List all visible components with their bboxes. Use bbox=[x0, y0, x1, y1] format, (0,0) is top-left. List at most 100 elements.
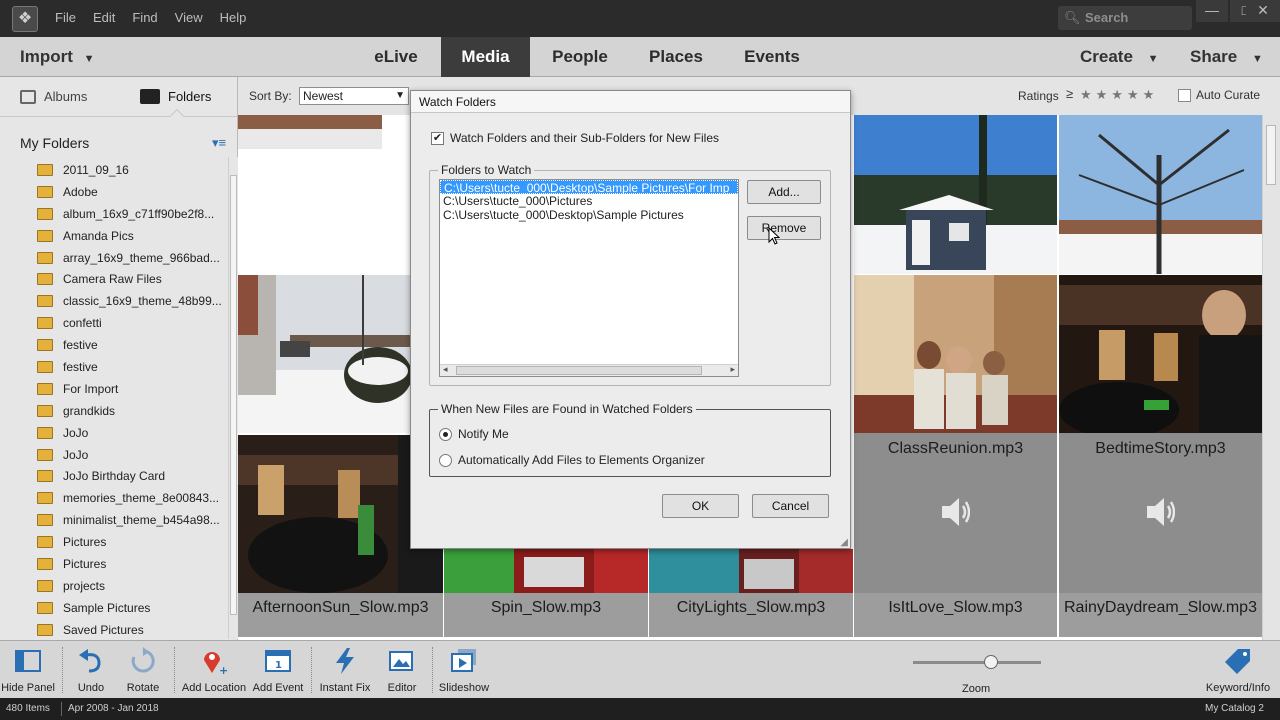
folder-item[interactable]: Camera Raw Files bbox=[37, 268, 227, 290]
folder-item[interactable]: Pictures bbox=[37, 531, 227, 553]
watch-subfolders-checkbox[interactable]: ✔ bbox=[431, 131, 444, 145]
tab-folders[interactable]: Folders bbox=[140, 89, 211, 104]
add-event-button[interactable]: 1 Add Event bbox=[250, 641, 306, 699]
minimize-button[interactable]: — bbox=[1196, 0, 1228, 22]
close-button[interactable]: ✕ bbox=[1246, 0, 1280, 22]
media-caption[interactable]: Spin_Slow.mp3 bbox=[444, 593, 648, 637]
folder-item[interactable]: Adobe bbox=[37, 181, 227, 203]
import-button[interactable]: Import ▼ bbox=[20, 47, 95, 67]
folder-item[interactable]: array_16x9_theme_966bad... bbox=[37, 247, 227, 269]
scrollbar-thumb[interactable] bbox=[1266, 125, 1276, 185]
instant-fix-button[interactable]: Instant Fix bbox=[316, 641, 374, 699]
folder-item[interactable]: Saved Pictures bbox=[37, 619, 227, 641]
folder-item[interactable]: projects bbox=[37, 575, 227, 597]
list-item[interactable]: C:\Users\tucte_000\Desktop\Sample Pictur… bbox=[440, 208, 738, 222]
photo-thumbnail[interactable] bbox=[444, 549, 648, 593]
sort-by-dropdown[interactable]: Newest ▼ bbox=[299, 87, 409, 105]
zoom-slider-handle[interactable] bbox=[984, 655, 998, 669]
editor-button[interactable]: Editor bbox=[376, 641, 428, 699]
media-caption[interactable]: IsItLove_Slow.mp3 bbox=[854, 593, 1057, 637]
scroll-left-icon[interactable]: ◂ bbox=[443, 364, 448, 375]
folder-item[interactable]: JoJo bbox=[37, 444, 227, 466]
folder-item[interactable]: album_16x9_c71ff90be2f8... bbox=[37, 203, 227, 225]
folder-item[interactable]: JoJo bbox=[37, 422, 227, 444]
photo-thumbnail[interactable] bbox=[1059, 275, 1262, 433]
menu-find[interactable]: Find bbox=[132, 10, 157, 25]
folder-item[interactable]: festive bbox=[37, 356, 227, 378]
folder-item[interactable]: Pictures bbox=[37, 553, 227, 575]
list-item[interactable]: C:\Users\tucte_000\Desktop\Sample Pictur… bbox=[440, 180, 738, 194]
add-location-button[interactable]: + Add Location bbox=[180, 641, 248, 699]
scroll-right-icon[interactable]: ▸ bbox=[730, 364, 735, 375]
folder-item[interactable]: 2011_09_16 bbox=[37, 159, 227, 181]
scrollbar-thumb[interactable] bbox=[230, 175, 237, 615]
notify-me-radio[interactable] bbox=[439, 427, 452, 441]
folder-label: classic_16x9_theme_48b99... bbox=[63, 294, 222, 309]
auto-add-radio[interactable] bbox=[439, 453, 452, 467]
tab-albums[interactable]: Albums bbox=[20, 89, 87, 104]
rating-stars[interactable]: ★★★★★ bbox=[1080, 87, 1158, 103]
tab-elive[interactable]: eLive bbox=[356, 37, 436, 77]
tab-events[interactable]: Events bbox=[732, 37, 812, 77]
folder-item[interactable]: For Import bbox=[37, 378, 227, 400]
search-input[interactable]: 🔍︎ Search bbox=[1058, 6, 1192, 30]
photo-thumbnail[interactable] bbox=[238, 115, 382, 149]
folder-item[interactable]: Amanda Pics bbox=[37, 225, 227, 247]
folder-item[interactable]: JoJo Birthday Card bbox=[37, 465, 227, 487]
photo-thumbnail[interactable] bbox=[854, 115, 1057, 274]
folder-item[interactable]: confetti bbox=[37, 312, 227, 334]
item-count: 480 Items bbox=[6, 703, 50, 714]
rotate-button[interactable]: Rotate bbox=[118, 641, 168, 699]
media-caption[interactable]: RainyDaydream_Slow.mp3 bbox=[1059, 593, 1262, 637]
audio-tile[interactable]: BedtimeStory.mp3 bbox=[1059, 433, 1262, 593]
media-grid-scrollbar[interactable] bbox=[1262, 115, 1280, 640]
auto-curate-toggle[interactable]: Auto Curate bbox=[1178, 88, 1260, 102]
list-item[interactable]: C:\Users\tucte_000\Pictures bbox=[440, 194, 738, 208]
menu-help[interactable]: Help bbox=[220, 10, 247, 25]
ok-button[interactable]: OK bbox=[662, 494, 739, 518]
resize-grip-icon[interactable]: ◢ bbox=[840, 537, 848, 548]
catalog-name[interactable]: My Catalog 2 bbox=[1205, 703, 1264, 714]
tab-places[interactable]: Places bbox=[636, 37, 716, 77]
folder-list-scrollbar[interactable] bbox=[228, 157, 238, 639]
slideshow-button[interactable]: Slideshow bbox=[436, 641, 492, 699]
folder-item[interactable]: Sample Pictures bbox=[37, 597, 227, 619]
watched-folders-list[interactable]: C:\Users\tucte_000\Desktop\Sample Pictur… bbox=[439, 179, 739, 377]
folder-label: Adobe bbox=[63, 184, 98, 199]
menu-view[interactable]: View bbox=[175, 10, 203, 25]
photo-thumbnail[interactable] bbox=[1059, 115, 1262, 274]
create-button[interactable]: Create ▼ bbox=[1080, 47, 1159, 67]
notify-me-option[interactable]: Notify Me bbox=[439, 427, 509, 441]
media-caption[interactable]: AfternoonSun_Slow.mp3 bbox=[238, 593, 443, 637]
scrollbar-thumb[interactable] bbox=[456, 366, 702, 375]
folder-item[interactable]: classic_16x9_theme_48b99... bbox=[37, 290, 227, 312]
watch-subfolders-option[interactable]: ✔ Watch Folders and their Sub-Folders fo… bbox=[431, 131, 719, 145]
folder-item[interactable]: festive bbox=[37, 334, 227, 356]
photo-thumbnail[interactable] bbox=[238, 275, 410, 433]
zoom-slider[interactable] bbox=[913, 661, 1041, 664]
photo-thumbnail[interactable] bbox=[649, 549, 853, 593]
menu-edit[interactable]: Edit bbox=[93, 10, 115, 25]
tab-people[interactable]: People bbox=[540, 37, 620, 77]
auto-curate-checkbox[interactable] bbox=[1178, 88, 1191, 102]
tab-media[interactable]: Media bbox=[441, 37, 530, 77]
cancel-button[interactable]: Cancel bbox=[752, 494, 829, 518]
folder-view-options-icon[interactable]: ▾≡ bbox=[212, 135, 226, 151]
list-horizontal-scrollbar[interactable]: ◂ ▸ bbox=[440, 364, 738, 376]
folder-item[interactable]: memories_theme_8e00843... bbox=[37, 487, 227, 509]
folder-label: array_16x9_theme_966bad... bbox=[63, 250, 220, 265]
share-button[interactable]: Share ▼ bbox=[1190, 47, 1263, 67]
photo-thumbnail[interactable] bbox=[854, 275, 1057, 433]
keyword-info-button[interactable]: Keyword/Info bbox=[1200, 641, 1276, 699]
auto-add-option[interactable]: Automatically Add Files to Elements Orga… bbox=[439, 453, 705, 467]
add-button[interactable]: Add... bbox=[747, 180, 821, 204]
undo-button[interactable]: Undo bbox=[66, 641, 116, 699]
media-caption[interactable]: CityLights_Slow.mp3 bbox=[649, 593, 853, 637]
hide-panel-button[interactable]: Hide Panel bbox=[0, 641, 56, 699]
remove-button[interactable]: Remove bbox=[747, 216, 821, 240]
folder-item[interactable]: minimalist_theme_b454a98... bbox=[37, 509, 227, 531]
ratings-comparator[interactable]: ≥ bbox=[1066, 86, 1073, 101]
audio-tile[interactable]: ClassReunion.mp3 bbox=[854, 433, 1057, 593]
folder-item[interactable]: grandkids bbox=[37, 400, 227, 422]
menu-file[interactable]: File bbox=[55, 10, 76, 25]
